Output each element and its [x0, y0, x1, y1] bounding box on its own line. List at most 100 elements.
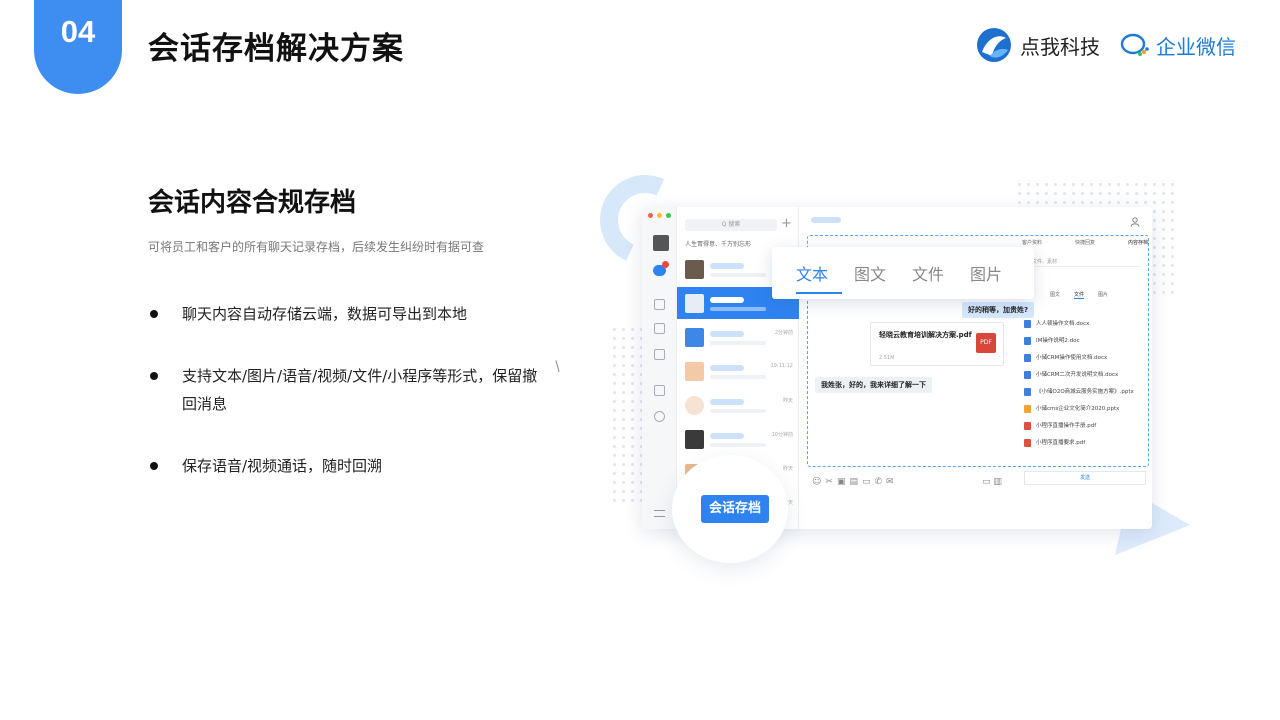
history-icon[interactable]: ▥	[993, 477, 1002, 487]
pdf-icon	[1024, 438, 1031, 447]
chat-list-item[interactable]: 19:11:12	[677, 355, 799, 387]
session-archive-button[interactable]: 会话存档	[701, 495, 769, 523]
page-title: 会话存档解决方案	[148, 31, 404, 67]
chat-preview-placeholder	[710, 341, 766, 345]
emoji-icon[interactable]: ☺	[812, 477, 825, 487]
chat-name-placeholder	[710, 297, 744, 303]
chat-name-placeholder	[710, 365, 744, 371]
mail-icon[interactable]: ✉	[886, 477, 898, 487]
file-list-item[interactable]: IM操作说明2.doc	[1024, 336, 1148, 345]
chat-time: 昨天	[782, 466, 793, 472]
settings-icon[interactable]	[654, 411, 665, 422]
file-tab[interactable]: 图片	[1098, 291, 1108, 299]
feature-item: 保存语音/视频通话，随时回溯	[148, 452, 548, 480]
file-tab[interactable]: 图文	[1050, 291, 1060, 299]
section-description: 可将员工和客户的所有聊天记录存档，后续发生纠纷时有据可查	[148, 240, 485, 254]
section-number: 04	[60, 14, 96, 49]
word-doc-icon	[1024, 319, 1031, 328]
chat-name-placeholder	[710, 263, 744, 269]
chat-name-placeholder	[710, 399, 744, 405]
file-list-item[interactable]: 《小储O2O商城云服务实施方案》.pptx	[1024, 387, 1148, 396]
file-list-label: 小程序直播操作手册.pdf	[1036, 423, 1097, 429]
word-doc-icon	[1024, 370, 1031, 379]
chat-list-item[interactable]: 2分钟前	[677, 321, 799, 353]
file-list-label: 小储CRM操作使用文档.docx	[1036, 355, 1108, 361]
chat-time: 19:11:12	[770, 363, 793, 369]
file-tab-active[interactable]: 文件	[1074, 291, 1085, 299]
chat-list-item[interactable]: 昨天	[677, 389, 799, 421]
close-dot-icon[interactable]	[648, 213, 653, 218]
file-list-item[interactable]: 小程序直播操作手册.pdf	[1024, 421, 1148, 430]
chat-preview-placeholder	[710, 443, 766, 447]
chat-name-placeholder	[710, 331, 744, 337]
file-list-item[interactable]: 小储CRM二次开发说明文档.docx	[1024, 370, 1148, 379]
image-icon[interactable]: ▣	[837, 477, 850, 487]
window-controls	[648, 213, 671, 218]
archive-files-panel: 客户资料 快捷回复 内容存档 搜索文件、素材 图文 文件 图片 人人顿操作文档.…	[1014, 235, 1152, 529]
calendar-icon[interactable]	[654, 323, 665, 334]
file-list-label: 小储CRM二次开发说明文档.docx	[1036, 372, 1119, 378]
apps-grid-icon[interactable]	[654, 349, 665, 360]
menu-icon[interactable]	[654, 510, 665, 517]
file-list-item[interactable]: 小程序直播要求.pdf	[1024, 438, 1148, 447]
bullet-icon	[150, 310, 158, 318]
tab-rich-text[interactable]: 图文	[854, 261, 886, 285]
file-type-tabs: 图文 文件 图片	[1050, 291, 1108, 299]
maximize-dot-icon[interactable]	[666, 213, 671, 218]
message-type-tabs: 文本 图文 文件 图片	[772, 247, 1034, 299]
avatar	[685, 430, 704, 449]
file-message-card[interactable]: 轻晓云教育培训解决方案.pdf 2.51M PDF	[870, 322, 1004, 366]
file-list-label: 人人顿操作文档.docx	[1036, 321, 1090, 327]
panel-tab-active[interactable]: 内容存档	[1128, 239, 1148, 246]
chat-time: 2分钟前	[774, 330, 793, 336]
chat-time: 10分钟前	[771, 432, 793, 438]
feature-list: 聊天内容自动存储云端，数据可导出到本地 支持文本/图片/语音/视频/文件/小程序…	[148, 300, 548, 514]
minimize-dot-icon[interactable]	[657, 213, 662, 218]
stray-mark	[555, 359, 561, 373]
chat-name-placeholder	[710, 433, 744, 439]
ppt-icon	[1024, 404, 1031, 413]
file-list-label: 《小储O2O商城云服务实施方案》.pptx	[1036, 389, 1134, 395]
tab-image[interactable]: 图片	[970, 261, 1002, 285]
tab-file[interactable]: 文件	[912, 261, 944, 285]
person-icon[interactable]	[1130, 217, 1140, 227]
panel-tab[interactable]: 客户资料	[1022, 239, 1042, 246]
avatar	[685, 396, 704, 415]
user-avatar[interactable]	[653, 235, 669, 251]
file-list-item[interactable]: 小储cms企业文化简介2020.pptx	[1024, 404, 1148, 413]
avatar	[685, 260, 704, 279]
feature-item: 聊天内容自动存储云端，数据可导出到本地	[148, 300, 548, 328]
chat-preview-placeholder	[710, 375, 766, 379]
phone-icon[interactable]: ✆	[874, 477, 886, 487]
panel-search-input[interactable]: 搜索文件、素材	[1022, 258, 1140, 267]
product-illustration: Q 搜索 + 人生胃得意、千万别忘形 2分钟前 19:11:12 昨天 10分钟…	[587, 162, 1200, 575]
tab-text[interactable]: 文本	[796, 261, 828, 285]
chat-list-item[interactable]: 10分钟前	[677, 423, 799, 455]
file-list-item[interactable]: 小储CRM操作使用文档.docx	[1024, 353, 1148, 362]
send-button[interactable]: 发送	[1024, 471, 1146, 485]
panel-tabs: 客户资料 快捷回复 内容存档	[1022, 239, 1148, 246]
contacts-icon[interactable]	[654, 299, 665, 310]
add-button[interactable]: +	[781, 216, 792, 231]
file-list-label: IM操作说明2.doc	[1036, 338, 1080, 344]
file-icon[interactable]: ▤	[849, 477, 862, 487]
avatar	[685, 294, 704, 313]
panel-tab[interactable]: 快捷回复	[1075, 239, 1095, 246]
notification-badge	[662, 261, 669, 268]
feature-item: 支持文本/图片/语音/视频/文件/小程序等形式，保留撤回消息	[148, 362, 548, 418]
wework-name: 企业微信	[1156, 34, 1236, 59]
folder-icon[interactable]: ▭	[862, 477, 875, 487]
pdf-icon	[1024, 421, 1031, 430]
pinned-chat[interactable]: 人生胃得意、千万别忘形	[685, 239, 751, 248]
monitor-icon[interactable]: ▭	[982, 477, 991, 487]
dianwo-logo-icon	[977, 28, 1011, 62]
brand-name: 点我科技	[1020, 34, 1100, 59]
file-list-item[interactable]: 人人顿操作文档.docx	[1024, 319, 1148, 328]
file-list-label: 小程序直播要求.pdf	[1036, 440, 1086, 446]
docs-icon[interactable]	[654, 385, 665, 396]
scissors-icon[interactable]: ✂	[825, 477, 837, 487]
search-input[interactable]: Q 搜索	[685, 219, 777, 231]
word-doc-icon	[1024, 353, 1031, 362]
file-size: 2.51M	[879, 355, 895, 361]
feature-text: 支持文本/图片/语音/视频/文件/小程序等形式，保留撤回消息	[182, 367, 538, 413]
